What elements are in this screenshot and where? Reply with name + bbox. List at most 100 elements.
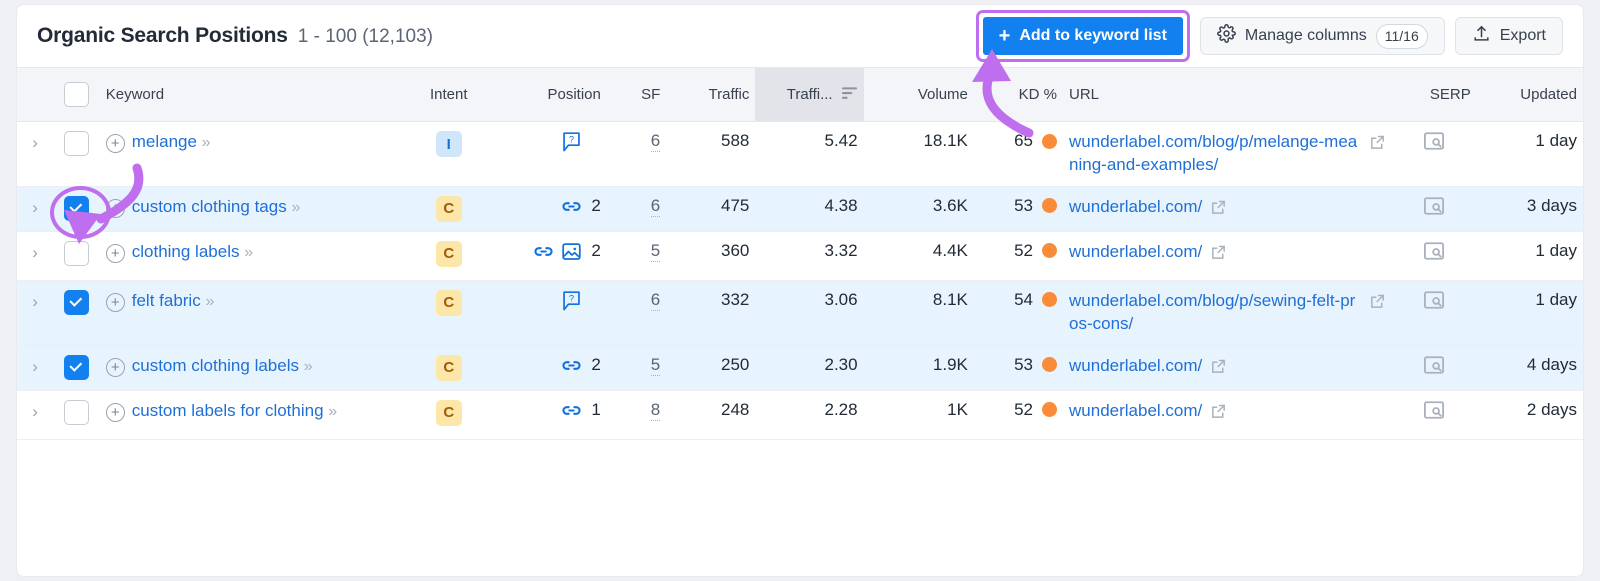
row-select-cell[interactable] bbox=[53, 231, 100, 281]
add-keyword-icon[interactable]: + bbox=[105, 402, 125, 422]
manage-columns-button[interactable]: Manage columns 11/16 bbox=[1199, 17, 1445, 55]
serp-preview-icon[interactable] bbox=[1423, 401, 1445, 424]
external-link-icon[interactable] bbox=[1369, 293, 1386, 315]
intent-badge[interactable]: C bbox=[435, 399, 462, 426]
add-keyword-icon[interactable]: + bbox=[105, 243, 125, 263]
serp-cell[interactable] bbox=[1391, 280, 1477, 346]
external-link-icon[interactable] bbox=[1369, 134, 1386, 156]
serp-preview-icon[interactable] bbox=[1423, 356, 1445, 379]
intent-badge[interactable]: C bbox=[435, 240, 462, 267]
row-expand-cell[interactable]: › bbox=[17, 186, 54, 232]
row-expand-cell[interactable]: › bbox=[17, 280, 54, 346]
intent-badge[interactable]: C bbox=[435, 289, 462, 316]
row-select-checkbox[interactable] bbox=[63, 240, 89, 266]
th-url[interactable]: URL bbox=[1063, 67, 1392, 122]
external-link-icon[interactable] bbox=[1210, 403, 1227, 425]
keyword-link[interactable]: melange » bbox=[132, 131, 211, 154]
serp-cell[interactable] bbox=[1391, 390, 1477, 440]
table-row[interactable]: › + custom clothing labels » C 2 5 250 2.30 1.9K… bbox=[17, 345, 1583, 391]
th-keyword[interactable]: Keyword bbox=[99, 67, 406, 122]
panel-toolbar: Organic Search Positions 1 - 100 (12,103… bbox=[17, 5, 1583, 67]
row-select-checkbox[interactable] bbox=[63, 289, 89, 315]
table-row[interactable]: › + melange » I? 6 588 5.42 18.1K 65 wunderlabel.… bbox=[17, 121, 1583, 187]
image-icon bbox=[561, 241, 582, 262]
row-expand-cell[interactable]: › bbox=[17, 231, 54, 281]
add-keyword-icon[interactable]: + bbox=[105, 292, 125, 312]
serp-cell[interactable] bbox=[1391, 231, 1477, 281]
table-row[interactable]: › + clothing labels » C 2 5 360 3.32 4.4K 52 wunde… bbox=[17, 231, 1583, 281]
th-intent[interactable]: Intent bbox=[405, 67, 493, 122]
row-expand-cell[interactable]: › bbox=[17, 390, 54, 440]
serp-cell[interactable] bbox=[1391, 186, 1477, 232]
chevron-double-right-icon[interactable]: » bbox=[244, 244, 253, 261]
url-link[interactable]: wunderlabel.com/blog/p/melange-meaning-a… bbox=[1069, 131, 1361, 177]
url-link[interactable]: wunderlabel.com/blog/p/sewing-felt-pros-… bbox=[1069, 290, 1361, 336]
th-position[interactable]: Position bbox=[492, 67, 607, 122]
intent-badge[interactable]: I bbox=[435, 131, 462, 157]
row-select-checkbox[interactable] bbox=[63, 195, 89, 221]
row-select-cell[interactable] bbox=[53, 345, 100, 391]
row-select-checkbox[interactable] bbox=[63, 399, 89, 425]
row-select-cell[interactable] bbox=[53, 121, 100, 187]
table-row[interactable]: › + custom clothing tags » C 2 6 475 4.38 3.6K 53… bbox=[17, 185, 1583, 239]
chevron-double-right-icon[interactable]: » bbox=[202, 134, 211, 151]
row-expand-cell[interactable]: › bbox=[17, 345, 54, 391]
intent-badge[interactable]: C bbox=[435, 354, 462, 381]
row-expand-cell[interactable]: › bbox=[17, 121, 54, 187]
chevron-right-icon[interactable]: › bbox=[32, 241, 38, 261]
keyword-link[interactable]: custom clothing labels » bbox=[132, 355, 313, 378]
keyword-link[interactable]: custom labels for clothing » bbox=[132, 400, 337, 423]
row-select-cell[interactable] bbox=[53, 280, 100, 346]
chevron-right-icon[interactable]: › bbox=[32, 400, 38, 420]
add-keyword-icon[interactable]: + bbox=[105, 357, 125, 377]
keyword-cell: + custom labels for clothing » bbox=[99, 390, 406, 440]
chevron-double-right-icon[interactable]: » bbox=[205, 293, 214, 310]
table-row[interactable]: › + custom labels for clothing » C 1 8 248 2.28… bbox=[17, 390, 1583, 440]
chevron-right-icon[interactable]: › bbox=[32, 355, 38, 375]
serp-preview-icon[interactable] bbox=[1423, 291, 1445, 314]
row-select-checkbox[interactable] bbox=[63, 131, 89, 156]
export-button[interactable]: Export bbox=[1454, 17, 1563, 55]
external-link-icon[interactable] bbox=[1210, 199, 1227, 221]
add-to-keyword-list-button[interactable]: + Add to keyword list bbox=[982, 17, 1183, 55]
serp-cell[interactable] bbox=[1391, 345, 1477, 391]
th-volume[interactable]: Volume bbox=[863, 67, 974, 122]
url-link[interactable]: wunderlabel.com/ bbox=[1069, 196, 1202, 219]
chevron-double-right-icon[interactable]: » bbox=[328, 403, 337, 420]
keyword-link[interactable]: clothing labels » bbox=[132, 241, 253, 264]
th-traffic-percent[interactable]: Traffi... bbox=[755, 67, 864, 122]
serp-preview-icon[interactable] bbox=[1423, 242, 1445, 265]
position-cell: 1 bbox=[492, 390, 607, 440]
sort-desc-icon[interactable] bbox=[841, 86, 858, 104]
intent-badge[interactable]: C bbox=[435, 195, 462, 222]
external-link-icon[interactable] bbox=[1210, 358, 1227, 380]
serp-preview-icon[interactable] bbox=[1423, 197, 1445, 220]
sf-cell: 6 bbox=[606, 121, 667, 187]
add-to-keyword-list-highlight: + Add to keyword list bbox=[975, 10, 1190, 62]
keyword-link[interactable]: custom clothing tags » bbox=[132, 196, 301, 219]
url-link[interactable]: wunderlabel.com/ bbox=[1069, 400, 1202, 423]
chevron-right-icon[interactable]: › bbox=[32, 290, 38, 310]
chevron-right-icon[interactable]: › bbox=[32, 196, 38, 216]
th-kd[interactable]: KD % bbox=[973, 67, 1064, 122]
external-link-icon[interactable] bbox=[1210, 244, 1227, 266]
url-link[interactable]: wunderlabel.com/ bbox=[1069, 241, 1202, 264]
add-keyword-icon[interactable]: + bbox=[105, 134, 125, 153]
row-select-cell[interactable] bbox=[53, 390, 100, 440]
select-all-checkbox[interactable] bbox=[63, 82, 89, 107]
th-updated[interactable]: Updated bbox=[1476, 67, 1583, 122]
th-sf[interactable]: SF bbox=[606, 67, 667, 122]
serp-preview-icon[interactable] bbox=[1423, 132, 1445, 155]
chevron-double-right-icon[interactable]: » bbox=[304, 358, 313, 375]
chevron-right-icon[interactable]: › bbox=[32, 131, 38, 151]
th-serp[interactable]: SERP bbox=[1391, 67, 1477, 122]
url-link[interactable]: wunderlabel.com/ bbox=[1069, 355, 1202, 378]
add-keyword-icon[interactable]: + bbox=[105, 198, 125, 218]
th-traffic[interactable]: Traffic bbox=[666, 67, 756, 122]
row-select-cell[interactable] bbox=[49, 185, 111, 239]
row-select-checkbox[interactable] bbox=[63, 354, 89, 380]
keyword-link[interactable]: felt fabric » bbox=[132, 290, 215, 313]
table-row[interactable]: › + felt fabric » C? 6 332 3.06 8.1K 54 wunderlab… bbox=[17, 280, 1583, 346]
serp-cell[interactable] bbox=[1391, 121, 1477, 187]
chevron-double-right-icon[interactable]: » bbox=[291, 199, 300, 216]
